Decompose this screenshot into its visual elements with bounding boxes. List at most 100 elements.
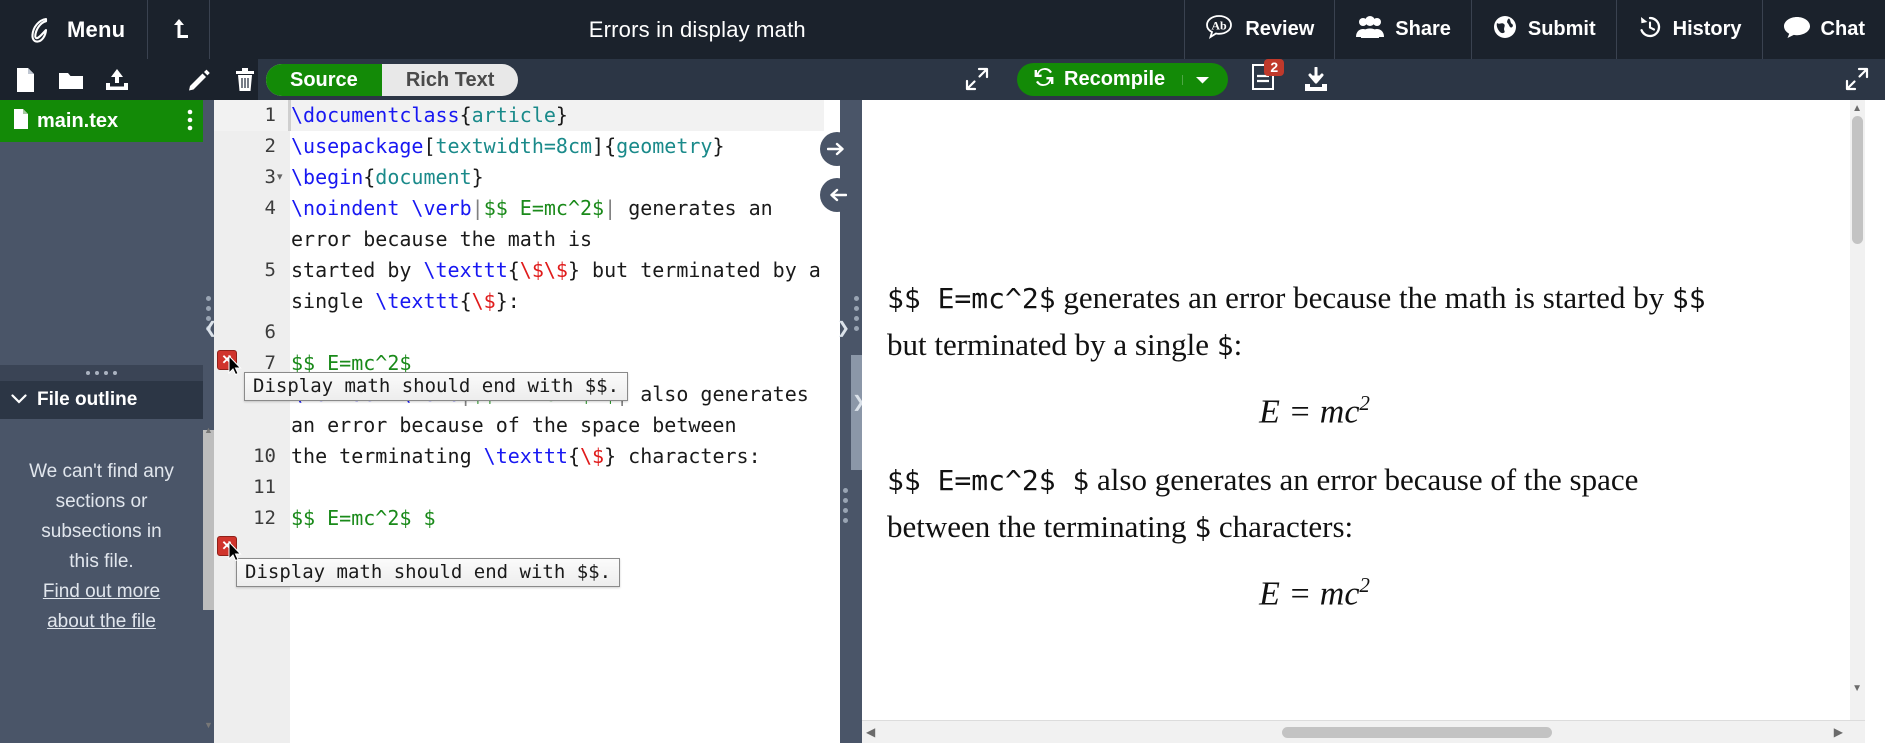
pdf-scroll-left-icon[interactable]: ◀	[866, 725, 875, 739]
chat-button[interactable]: Chat	[1762, 0, 1885, 59]
pdf-scroll-down-icon[interactable]: ▼	[1852, 683, 1862, 694]
pdf-horizontal-scrollbar[interactable]: ◀ ▶	[862, 720, 1865, 743]
pdf-preview-pane: ❯ $$ E=mc^2$ generates an error because …	[851, 100, 1885, 743]
handle-dot	[95, 371, 99, 375]
history-button[interactable]: History	[1616, 0, 1762, 59]
file-name-label: main.tex	[37, 110, 118, 133]
rename-pencil-icon[interactable]	[186, 66, 213, 94]
chat-bubble-icon	[1783, 15, 1811, 45]
code-token	[399, 196, 411, 220]
grip-dot	[843, 518, 848, 523]
delete-trash-icon[interactable]	[231, 66, 258, 94]
secondary-toolbar: Source Rich Text Recompile	[0, 59, 1885, 100]
code-line[interactable]: \usepackage[textwidth=8cm]{geometry}	[291, 131, 825, 162]
history-clock-icon	[1637, 14, 1663, 46]
line-number: 6	[214, 317, 290, 348]
nav-right-group: Ab Review Share	[1184, 0, 1885, 59]
code-line[interactable]: started by \texttt{\$\$} but terminated …	[291, 255, 825, 286]
scroll-down-arrow-icon[interactable]: ▼	[204, 720, 213, 730]
code-line[interactable]: single \texttt{\$}:	[291, 286, 825, 317]
file-actions-toolbar	[0, 59, 258, 100]
tab-source[interactable]: Source	[266, 64, 382, 96]
resize-right-button[interactable]	[820, 132, 854, 166]
code-line[interactable]: \begin{document}	[291, 162, 825, 193]
code-token: {	[568, 444, 580, 468]
scroll-up-arrow-icon[interactable]: ▲	[204, 425, 213, 435]
kebab-menu-icon[interactable]	[187, 109, 193, 136]
error-marker-line-12[interactable]: ✕	[217, 536, 237, 556]
find-out-more-link-2[interactable]: about the file	[47, 607, 156, 637]
code-token: \usepackage	[291, 134, 423, 158]
code-line[interactable]: error because the math is	[291, 224, 825, 255]
code-token: an error because of the space between	[291, 413, 737, 437]
code-line[interactable]: \documentclass{article}	[291, 100, 825, 131]
share-label: Share	[1395, 18, 1451, 41]
grip-dot	[843, 488, 848, 493]
code-token: }	[712, 134, 724, 158]
find-out-more-link[interactable]: Find out more	[43, 577, 160, 607]
code-token: \verb	[411, 196, 471, 220]
code-line[interactable]: \noindent \verb|$$ E=mc^2$| generates an	[291, 193, 825, 224]
recompile-label: Recompile	[1064, 68, 1165, 91]
share-button[interactable]: Share	[1334, 0, 1471, 59]
chevron-down-icon[interactable]	[1182, 75, 1210, 85]
sidebar-resize-handle[interactable]	[0, 365, 203, 381]
pdf-vertical-scroll-thumb[interactable]	[1852, 116, 1863, 244]
code-token: \begin	[291, 165, 363, 189]
review-button[interactable]: Ab Review	[1184, 0, 1334, 59]
pdf-verb-4: $$ E=mc^2$ $	[887, 464, 1089, 497]
error-marker-line-7[interactable]: ✕	[217, 350, 237, 370]
pdf-paragraph-2: $$ E=mc^2$ $ also generates an error bec…	[887, 457, 1742, 551]
code-token: }:	[496, 289, 520, 313]
code-line[interactable]	[291, 472, 825, 503]
editor-expand-icon[interactable]	[965, 67, 989, 96]
code-token: {	[363, 165, 375, 189]
pdf-paragraph-1: $$ E=mc^2$ generates an error because th…	[887, 275, 1742, 369]
code-token: started by	[291, 258, 423, 282]
editor-scrollbar-thumb[interactable]	[203, 430, 214, 610]
overleaf-editor-window: Menu Errors in display math Ab Review	[0, 0, 1885, 743]
pdf-left-grip[interactable]	[854, 296, 859, 331]
editor-right-grip[interactable]	[843, 488, 848, 523]
pdf-document-page: $$ E=mc^2$ generates an error because th…	[862, 100, 1865, 720]
pdf-vertical-scrollbar[interactable]: ▲ ▼	[1850, 100, 1865, 720]
outline-empty-line-3: subsections in	[14, 517, 189, 547]
code-token: geometry	[616, 134, 712, 158]
people-icon	[1355, 15, 1385, 45]
upload-arrow-icon[interactable]	[148, 0, 210, 59]
file-tree-item-main-tex[interactable]: main.tex	[0, 100, 203, 142]
resize-left-button[interactable]	[820, 178, 854, 212]
code-line[interactable]	[291, 317, 825, 348]
pdf-scroll-right-icon[interactable]: ▶	[1834, 725, 1843, 739]
page-title: Errors in display math	[210, 17, 1184, 43]
handle-dot	[86, 371, 90, 375]
code-token: \texttt	[423, 258, 507, 282]
new-folder-icon[interactable]	[58, 66, 85, 94]
code-line[interactable]: $$ E=mc^2$ $	[291, 503, 825, 534]
code-line[interactable]: the terminating \texttt{\$} characters:	[291, 441, 825, 472]
code-token: |	[604, 196, 616, 220]
collapse-right-chevron-icon[interactable]: ❯	[837, 318, 850, 338]
code-token: also generates	[628, 382, 809, 406]
handle-dot	[113, 371, 117, 375]
pdf-horizontal-scroll-thumb[interactable]	[1282, 727, 1552, 738]
new-file-icon[interactable]	[12, 66, 39, 94]
submit-button[interactable]: Submit	[1471, 0, 1616, 59]
code-line[interactable]: an error because of the space between	[291, 410, 825, 441]
menu-button[interactable]: Menu	[0, 0, 148, 59]
recompile-button[interactable]: Recompile	[1017, 63, 1228, 96]
code-token: the terminating	[291, 444, 484, 468]
code-editor-pane: ❮ ▲ ▼ 1\documentclass{article}2\usepacka…	[203, 100, 851, 743]
fold-arrow-icon[interactable]: ▾	[277, 162, 283, 193]
compile-logs-button[interactable]: 2	[1248, 63, 1278, 96]
editor-left-rail[interactable]: ❮ ▲ ▼	[203, 100, 214, 743]
tab-rich-text[interactable]: Rich Text	[382, 64, 519, 96]
pdf-scroll-up-icon[interactable]: ▲	[1852, 103, 1862, 114]
pdf-expand-icon[interactable]	[1845, 67, 1869, 96]
download-pdf-button[interactable]	[1302, 67, 1330, 93]
pdf-left-rail[interactable]: ❯	[851, 100, 862, 743]
file-outline-header[interactable]: File outline	[0, 381, 203, 419]
line-number: 5	[214, 255, 290, 286]
upload-file-icon[interactable]	[104, 66, 131, 94]
pdf-rail-scroll-thumb[interactable]	[851, 355, 862, 470]
